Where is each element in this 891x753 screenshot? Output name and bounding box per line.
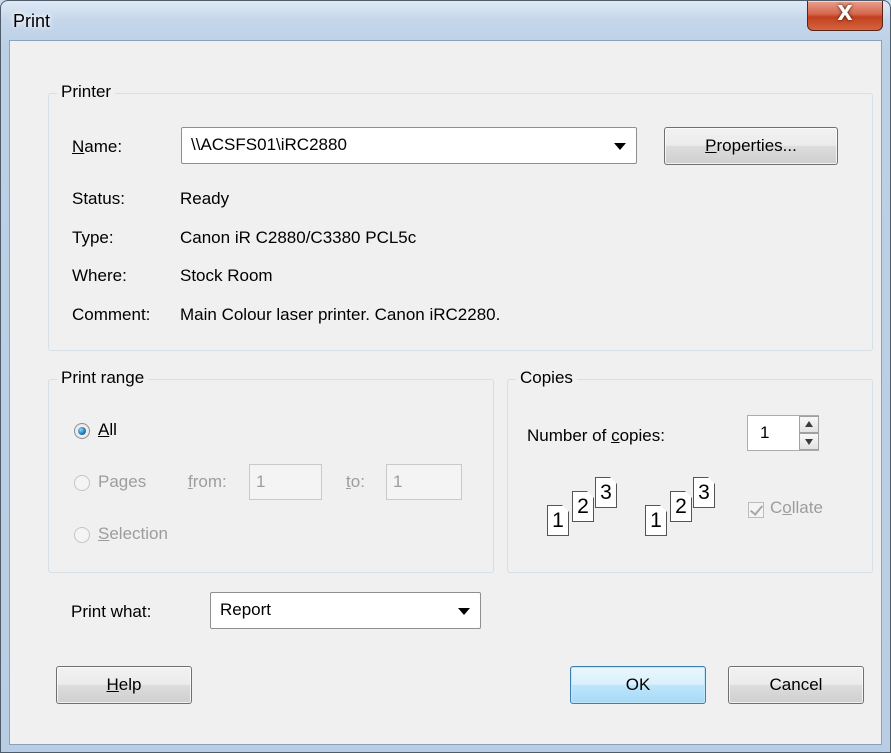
print-dialog: Print X Printer Name: \\ACSFS01\iRC2880 … — [0, 0, 891, 753]
pages-label[interactable]: Pages — [98, 472, 146, 492]
all-radio[interactable] — [74, 423, 90, 439]
printer-name-select[interactable]: \\ACSFS01\iRC2880 — [181, 127, 637, 164]
collate-checkbox[interactable] — [748, 502, 764, 518]
page-icon: 1 — [645, 505, 667, 536]
where-value: Stock Room — [180, 266, 273, 285]
chevron-down-icon — [458, 608, 470, 615]
copies-group: Copies — [507, 368, 873, 573]
ok-button[interactable]: OK — [570, 666, 706, 704]
help-button[interactable]: Help — [56, 666, 192, 704]
number-of-copies-label: Number of copies: — [527, 426, 665, 445]
all-label[interactable]: All — [98, 420, 117, 440]
name-label: Name: — [72, 137, 123, 156]
copies-group-label: Copies — [516, 368, 577, 388]
from-label: from: — [188, 472, 227, 491]
close-button[interactable]: X — [807, 1, 883, 31]
print-what-label: Print what: — [71, 602, 152, 621]
close-icon: X — [837, 1, 853, 25]
properties-button[interactable]: Properties... — [664, 127, 838, 165]
page-icon: 3 — [693, 477, 715, 508]
print-what-select[interactable]: Report — [210, 592, 481, 629]
chevron-down-icon — [614, 143, 626, 150]
comment-label: Comment: — [72, 305, 151, 324]
print-range-group-label: Print range — [57, 368, 149, 388]
status-label: Status: — [72, 189, 125, 208]
print-what-value: Report — [220, 600, 272, 619]
from-input[interactable]: 1 — [249, 464, 322, 500]
page-icon: 1 — [547, 505, 569, 536]
arrow-up-icon — [805, 421, 813, 427]
cancel-button[interactable]: Cancel — [728, 666, 864, 704]
collate-label[interactable]: Collate — [770, 498, 823, 518]
where-label: Where: — [72, 266, 127, 285]
selection-label[interactable]: Selection — [98, 524, 168, 544]
title-bar[interactable]: Print X — [1, 1, 890, 41]
selection-radio[interactable] — [74, 527, 90, 543]
window-title: Print — [13, 11, 51, 31]
printer-group-label: Printer — [57, 82, 116, 102]
comment-value: Main Colour laser printer. Canon iRC2280… — [180, 305, 501, 324]
spin-down-button[interactable] — [799, 433, 819, 450]
page-icon: 2 — [572, 491, 594, 522]
arrow-down-icon — [805, 439, 813, 445]
type-label: Type: — [72, 228, 114, 247]
printer-name-value: \\ACSFS01\iRC2880 — [191, 135, 347, 154]
page-icon: 2 — [670, 491, 692, 522]
pages-radio[interactable] — [74, 475, 90, 491]
page-icon: 3 — [595, 477, 617, 508]
dialog-body: Printer Name: \\ACSFS01\iRC2880 Properti… — [9, 40, 882, 745]
spin-up-button[interactable] — [799, 416, 819, 433]
to-label: to: — [346, 472, 365, 491]
type-value: Canon iR C2880/C3380 PCL5c — [180, 228, 417, 247]
to-input[interactable]: 1 — [386, 464, 462, 500]
status-value: Ready — [180, 189, 230, 208]
